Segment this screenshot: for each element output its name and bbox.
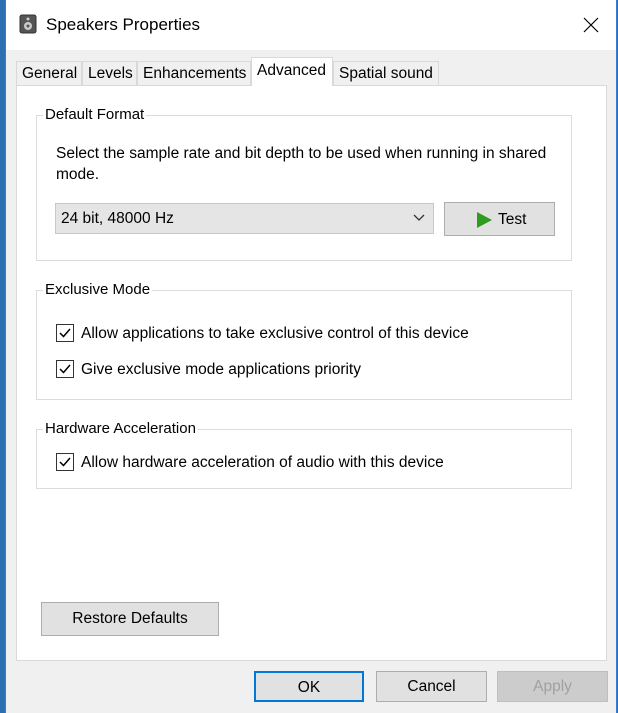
tab-label: Levels — [88, 65, 133, 82]
restore-defaults-button[interactable]: Restore Defaults — [41, 602, 219, 636]
exclusive-priority-checkbox-row[interactable]: Give exclusive mode applications priorit… — [56, 360, 556, 380]
hardware-acceleration-label: Allow hardware acceleration of audio wit… — [81, 454, 444, 471]
test-button-label: Test — [498, 211, 527, 228]
checkmark-icon — [59, 328, 71, 338]
hardware-acceleration-checkbox-row[interactable]: Allow hardware acceleration of audio wit… — [56, 453, 556, 473]
checkmark-icon — [59, 457, 71, 467]
test-button[interactable]: Test — [444, 202, 555, 236]
tab-enhancements[interactable]: Enhancements — [137, 61, 251, 85]
exclusive-priority-checkbox[interactable] — [56, 360, 74, 378]
title-bar[interactable]: Speakers Properties — [6, 0, 616, 50]
exclusive-mode-group: Exclusive Mode Allow applications to tak… — [36, 281, 572, 400]
advanced-tab-panel: Default Format Select the sample rate an… — [16, 85, 607, 661]
tab-label: Advanced — [257, 62, 326, 79]
exclusive-control-label: Allow applications to take exclusive con… — [81, 325, 469, 342]
tab-label: Enhancements — [143, 65, 247, 82]
close-icon[interactable] — [576, 10, 606, 40]
tab-advanced[interactable]: Advanced — [251, 57, 333, 86]
format-dropdown-value: 24 bit, 48000 Hz — [61, 210, 174, 227]
speaker-app-icon — [19, 14, 37, 34]
exclusive-priority-label: Give exclusive mode applications priorit… — [81, 361, 361, 378]
tab-general[interactable]: General — [16, 61, 82, 85]
ok-button[interactable]: OK — [254, 671, 364, 702]
default-format-group: Default Format Select the sample rate an… — [36, 106, 572, 261]
tab-label: General — [22, 65, 78, 82]
default-format-description: Select the sample rate and bit depth to … — [56, 145, 547, 183]
tab-label: Spatial sound — [339, 65, 433, 82]
chevron-down-icon — [413, 214, 425, 221]
apply-button[interactable]: Apply — [497, 671, 608, 702]
checkmark-icon — [59, 364, 71, 374]
exclusive-control-checkbox-row[interactable]: Allow applications to take exclusive con… — [56, 324, 556, 344]
hardware-acceleration-checkbox[interactable] — [56, 453, 74, 471]
hardware-acceleration-legend: Hardware Acceleration — [43, 420, 198, 437]
play-icon — [477, 212, 492, 228]
hardware-acceleration-group: Hardware Acceleration Allow hardware acc… — [36, 420, 572, 489]
tab-spatial-sound[interactable]: Spatial sound — [333, 61, 439, 85]
window-title: Speakers Properties — [46, 15, 201, 34]
exclusive-control-checkbox[interactable] — [56, 324, 74, 342]
tab-levels[interactable]: Levels — [82, 61, 137, 85]
cancel-button[interactable]: Cancel — [376, 671, 487, 702]
default-format-legend: Default Format — [43, 106, 147, 123]
format-dropdown[interactable]: 24 bit, 48000 Hz — [55, 203, 434, 234]
exclusive-mode-legend: Exclusive Mode — [43, 281, 153, 298]
speakers-properties-dialog: Speakers Properties General Levels Enhan… — [5, 0, 617, 713]
